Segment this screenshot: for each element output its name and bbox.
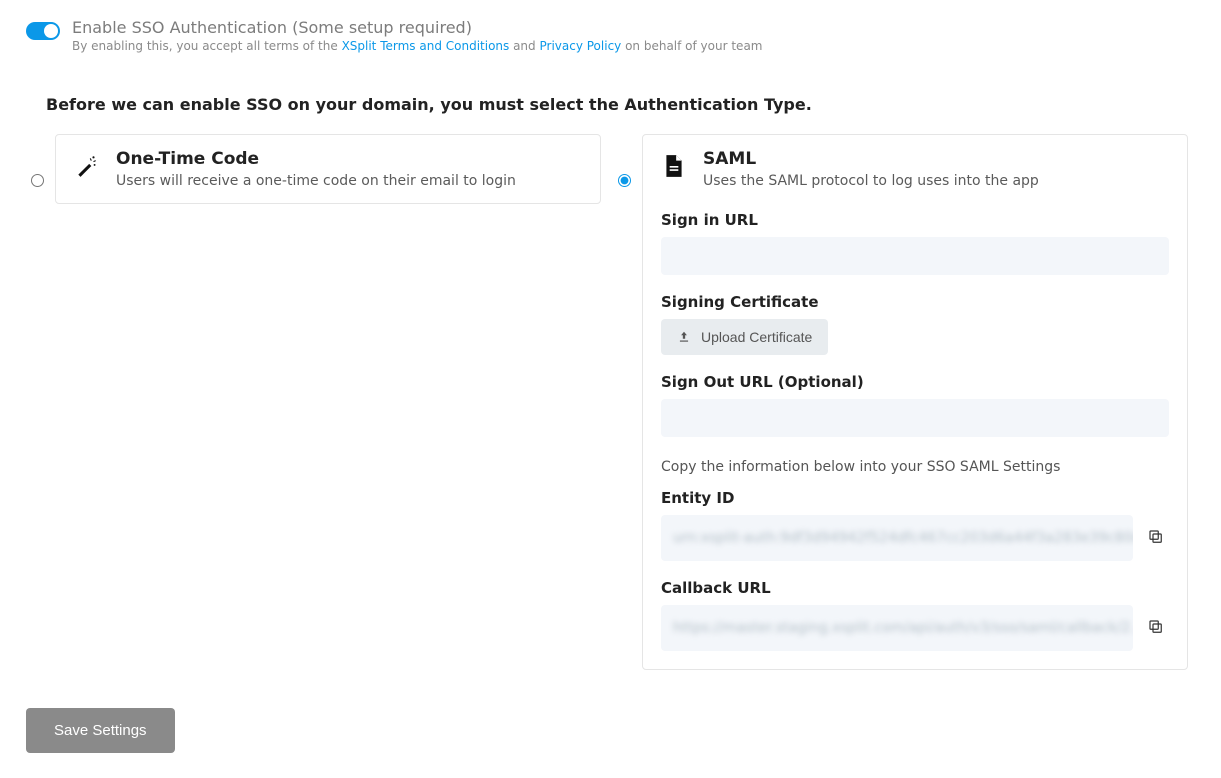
saml-info-text: Copy the information below into your SSO…	[661, 459, 1169, 475]
saml-desc: Uses the SAML protocol to log uses into …	[703, 173, 1039, 189]
copy-icon	[1147, 528, 1165, 546]
signin-url-label: Sign in URL	[661, 211, 1169, 229]
otc-card[interactable]: One-Time Code Users will receive a one-t…	[55, 134, 601, 204]
signout-url-input[interactable]	[661, 399, 1169, 437]
otc-desc: Users will receive a one-time code on th…	[116, 173, 516, 189]
copy-icon	[1147, 618, 1165, 636]
entity-id-text: urn:xsplit-auth:9df3d94942f524dfc467cc20…	[673, 530, 1133, 546]
saml-radio[interactable]	[618, 174, 631, 187]
copy-callback-url-button[interactable]	[1143, 614, 1169, 643]
entity-id-label: Entity ID	[661, 489, 1169, 507]
copy-entity-id-button[interactable]	[1143, 524, 1169, 553]
enable-sso-title: Enable SSO Authentication (Some setup re…	[72, 18, 762, 37]
enable-sso-toggle[interactable]	[26, 22, 60, 40]
sub-mid: and	[509, 39, 539, 53]
enable-sso-subtext: By enabling this, you accept all terms o…	[72, 39, 762, 53]
callback-url-text: https://master.staging.xsplit.com/api/au…	[673, 620, 1133, 636]
upload-cert-label: Upload Certificate	[701, 329, 812, 345]
document-icon	[661, 153, 687, 179]
save-settings-button[interactable]: Save Settings	[26, 708, 175, 753]
saml-title: SAML	[703, 149, 1039, 169]
sub-prefix: By enabling this, you accept all terms o…	[72, 39, 342, 53]
signin-url-input[interactable]	[661, 237, 1169, 275]
otc-title: One-Time Code	[116, 149, 516, 169]
signout-url-label: Sign Out URL (Optional)	[661, 373, 1169, 391]
entity-id-value: urn:xsplit-auth:9df3d94942f524dfc467cc20…	[661, 515, 1133, 561]
upload-icon	[677, 330, 691, 344]
magic-wand-icon	[74, 153, 100, 179]
callback-url-label: Callback URL	[661, 579, 1169, 597]
otc-radio[interactable]	[31, 174, 44, 187]
upload-certificate-button[interactable]: Upload Certificate	[661, 319, 828, 355]
privacy-link[interactable]: Privacy Policy	[539, 39, 621, 53]
terms-link[interactable]: XSplit Terms and Conditions	[342, 39, 510, 53]
callback-url-value: https://master.staging.xsplit.com/api/au…	[661, 605, 1133, 651]
saml-card: SAML Uses the SAML protocol to log uses …	[642, 134, 1188, 670]
sub-suffix: on behalf of your team	[621, 39, 762, 53]
auth-type-heading: Before we can enable SSO on your domain,…	[46, 95, 1195, 114]
signing-cert-label: Signing Certificate	[661, 293, 1169, 311]
